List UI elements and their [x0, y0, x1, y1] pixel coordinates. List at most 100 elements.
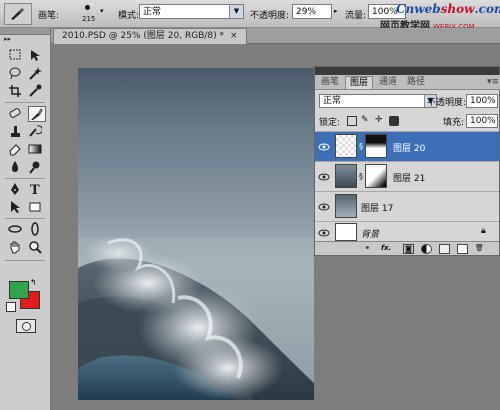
- svg-text:T: T: [30, 183, 40, 196]
- brush-label: 画笔:: [38, 11, 60, 21]
- toolbox-collapse-icon[interactable]: ▸▸: [0, 35, 54, 45]
- layer-thumbnail[interactable]: [335, 223, 357, 241]
- move-tool-icon[interactable]: [28, 48, 44, 62]
- layer-row[interactable]: 图层 17: [315, 191, 499, 221]
- brush-size-value: 215: [82, 15, 96, 23]
- zoom-tool-icon[interactable]: [28, 240, 44, 254]
- mode-select[interactable]: 正常 ▼: [139, 4, 244, 19]
- clone-stamp-tool-icon[interactable]: [8, 124, 24, 138]
- visibility-eye-icon[interactable]: [318, 202, 330, 212]
- blend-mode-value: 正常: [323, 96, 342, 106]
- visibility-eye-icon[interactable]: [318, 142, 330, 152]
- layer-thumbnail[interactable]: [335, 164, 357, 188]
- opacity-slider-arrow-icon[interactable]: ▸: [334, 7, 338, 15]
- document-tab[interactable]: 2010.PSD @ 25% (图层 20, RGB/8) * ×: [53, 28, 247, 44]
- trash-icon[interactable]: 🗑︎: [475, 244, 484, 252]
- adjustment-icon[interactable]: [421, 244, 432, 254]
- new-layer-icon[interactable]: [457, 244, 468, 254]
- lock-transparent-icon[interactable]: [347, 116, 357, 126]
- layer-name: 图层 17: [361, 204, 394, 214]
- path-selection-tool-icon[interactable]: [8, 200, 24, 214]
- type-tool-icon[interactable]: T: [28, 182, 44, 198]
- layer-opacity-label: 不透明度:: [427, 98, 467, 108]
- gradient-tool-icon[interactable]: [28, 142, 44, 156]
- document-canvas[interactable]: [78, 68, 314, 400]
- fill-value: 100%: [470, 116, 496, 126]
- magic-wand-tool-icon[interactable]: [28, 66, 44, 80]
- toolbox-grip[interactable]: [0, 28, 50, 35]
- close-icon[interactable]: ×: [230, 31, 238, 41]
- layer-mask-thumbnail[interactable]: [365, 164, 387, 188]
- opacity-input[interactable]: 29%: [292, 4, 332, 19]
- panel-title-bar[interactable]: [315, 67, 499, 75]
- link-icon[interactable]: ⚭: [363, 244, 372, 252]
- document-tab-bar: 2010.PSD @ 25% (图层 20, RGB/8) * ×: [51, 28, 500, 44]
- lasso-tool-icon[interactable]: [8, 66, 24, 80]
- layer-thumbnail[interactable]: [335, 194, 357, 218]
- chevron-down-icon[interactable]: ▼: [229, 5, 243, 18]
- eyedropper-tool-icon[interactable]: [28, 84, 44, 98]
- pen-tool-icon[interactable]: [8, 182, 24, 196]
- tab-brushes[interactable]: 画笔: [317, 76, 343, 88]
- lock-image-icon[interactable]: ✎: [361, 116, 369, 125]
- layer-row[interactable]: 背景 🔒︎: [315, 221, 499, 242]
- layers-panel-footer: ⚭ fx. ◙ 🗑︎: [315, 241, 499, 255]
- layer-opacity-value: 100%: [470, 96, 496, 106]
- brush-tool-icon[interactable]: [28, 106, 46, 122]
- foreground-color-swatch[interactable]: [9, 281, 29, 299]
- watermark-brand-c: .com: [474, 2, 500, 16]
- layer-row[interactable]: § 图层 20: [315, 131, 499, 161]
- fx-icon[interactable]: fx.: [381, 244, 391, 252]
- watermark-brand-b: show: [440, 2, 475, 16]
- fill-label: 填充:: [443, 118, 465, 128]
- layer-name: 图层 20: [393, 144, 426, 154]
- history-brush-tool-icon[interactable]: [28, 124, 44, 138]
- crop-tool-icon[interactable]: [8, 84, 24, 98]
- link-icon[interactable]: §: [359, 142, 363, 151]
- brush-picker-arrow-icon[interactable]: ▾: [100, 7, 104, 15]
- lock-icon: 🔒︎: [481, 226, 486, 236]
- lock-label: 锁定:: [319, 118, 341, 128]
- site-watermark: Cnwebshow.com 网页教学网WEBJX.COM: [380, 0, 500, 32]
- blend-mode-select[interactable]: 正常 ▼: [319, 94, 437, 108]
- layer-row[interactable]: § 图层 21: [315, 161, 499, 191]
- toolbox-divider: [5, 218, 45, 219]
- rectangle-tool-icon[interactable]: [28, 200, 44, 214]
- document-tab-title: 2010.PSD @ 25% (图层 20, RGB/8) *: [62, 31, 225, 41]
- 3d-rotate-tool-icon[interactable]: [8, 222, 24, 236]
- brush-tool-preset-button[interactable]: [4, 3, 32, 25]
- tab-layers[interactable]: 图层: [345, 76, 374, 89]
- hand-tool-icon[interactable]: [8, 240, 24, 254]
- quick-mask-icon[interactable]: [16, 319, 36, 333]
- panel-menu-icon[interactable]: ▾≡: [483, 76, 500, 88]
- canvas-artwork: [78, 235, 314, 400]
- lock-all-icon[interactable]: [389, 116, 399, 126]
- toolbox-divider: [5, 178, 45, 179]
- visibility-eye-icon[interactable]: [318, 228, 330, 238]
- tab-paths[interactable]: 路径: [403, 76, 429, 88]
- visibility-eye-icon[interactable]: [318, 172, 330, 182]
- layer-mask-thumbnail[interactable]: [365, 134, 387, 158]
- layer-opacity-input[interactable]: 100%: [466, 94, 498, 108]
- toolbox: ▸▸ T ↰: [0, 28, 51, 410]
- 3d-orbit-tool-icon[interactable]: [28, 222, 44, 236]
- brush-preview-icon[interactable]: [85, 5, 90, 10]
- link-icon[interactable]: §: [359, 172, 363, 181]
- toolbox-divider: [5, 260, 45, 261]
- blur-tool-icon[interactable]: [8, 160, 24, 174]
- tab-channels[interactable]: 通道: [375, 76, 401, 88]
- swap-colors-icon[interactable]: ↰: [30, 278, 37, 287]
- watermark-brand: Cnwebshow.com: [396, 2, 500, 16]
- add-mask-icon[interactable]: ◙: [403, 244, 414, 254]
- group-icon[interactable]: [439, 244, 450, 254]
- default-colors-icon[interactable]: [6, 302, 16, 312]
- healing-brush-tool-icon[interactable]: [8, 106, 24, 120]
- layer-thumbnail[interactable]: [335, 134, 357, 158]
- eraser-tool-icon[interactable]: [8, 142, 24, 156]
- marquee-tool-icon[interactable]: [8, 48, 24, 62]
- lock-position-icon[interactable]: ✛: [375, 116, 383, 125]
- fill-input[interactable]: 100%: [466, 114, 498, 128]
- watermark-brand-a: Cnweb: [396, 2, 441, 16]
- dodge-tool-icon[interactable]: [28, 160, 44, 174]
- layer-name: 图层 21: [393, 174, 426, 184]
